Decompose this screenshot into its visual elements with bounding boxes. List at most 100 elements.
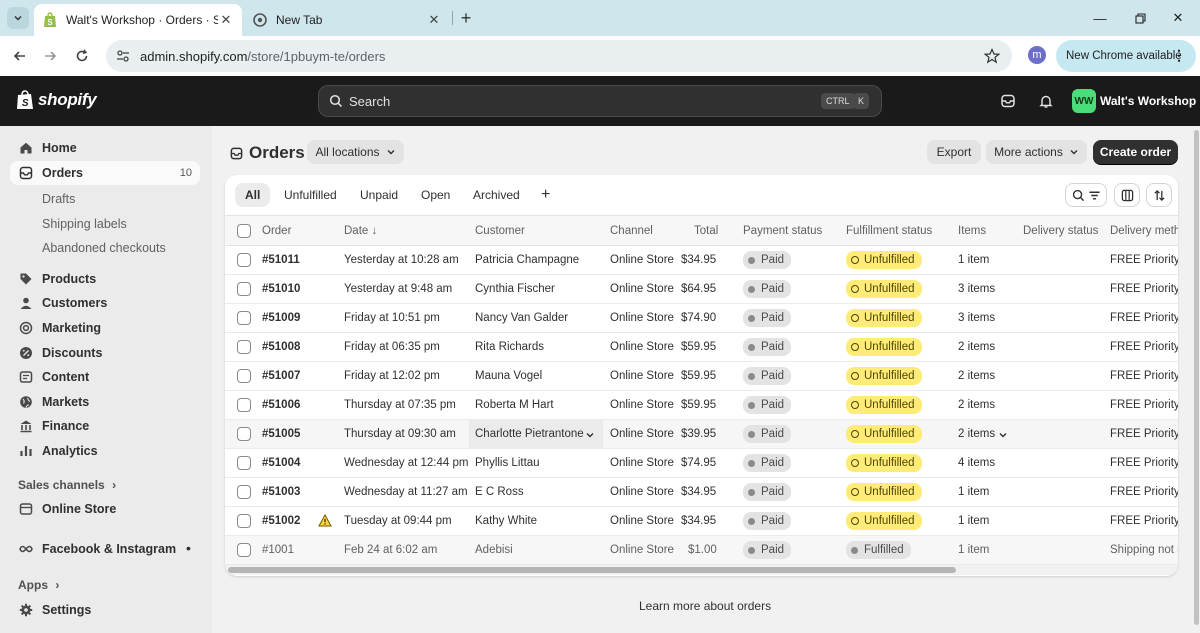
store-name[interactable]: Walt's Workshop [1100, 94, 1196, 108]
table-row[interactable]: #51003 Wednesday at 11:27 am E C Ross On… [225, 478, 1178, 507]
order-number[interactable]: #51010 [262, 283, 300, 295]
order-number[interactable]: #51002 [262, 515, 300, 527]
row-checkbox[interactable] [237, 514, 251, 528]
customer-name[interactable]: Adebisi [475, 544, 513, 556]
items-count[interactable]: 1 item [958, 544, 989, 556]
search-filter-button[interactable] [1065, 183, 1107, 207]
customer-name[interactable]: Kathy White [475, 515, 537, 527]
chevron-down-icon[interactable] [585, 430, 595, 440]
items-count[interactable]: 2 items [958, 428, 995, 440]
sidebar-item-settings[interactable]: Settings [10, 598, 200, 622]
customer-name[interactable]: Charlotte Pietrantone [475, 428, 584, 440]
table-row[interactable]: #51009 Friday at 10:51 pm Nancy Van Gald… [225, 304, 1178, 333]
sidebar-item-discounts[interactable]: Discounts [10, 341, 200, 365]
items-count[interactable]: 1 item [958, 254, 989, 266]
sidebar-item-customers[interactable]: Customers [10, 291, 200, 315]
forward-arrow-icon[interactable] [38, 44, 62, 68]
order-number[interactable]: #51005 [262, 428, 300, 440]
tab-unpaid[interactable]: Unpaid [350, 183, 408, 207]
export-button[interactable]: Export [927, 140, 981, 164]
customer-name[interactable]: Cynthia Fischer [475, 283, 555, 295]
column-total[interactable]: Total [694, 225, 718, 237]
column-order[interactable]: Order [262, 225, 291, 237]
column-customer[interactable]: Customer [475, 225, 525, 237]
close-tab-icon[interactable]: ✕ [426, 12, 442, 28]
apps-header[interactable]: Apps › [18, 578, 59, 592]
reload-icon[interactable] [70, 44, 94, 68]
shopify-logo[interactable]: S shopify [16, 90, 97, 110]
table-row[interactable]: #51002 Tuesday at 09:44 pm Kathy White O… [225, 507, 1178, 536]
sidebar-item-abandoned-checkouts[interactable]: Abandoned checkouts [42, 241, 166, 255]
tab-unfulfilled[interactable]: Unfulfilled [274, 183, 347, 207]
vertical-scrollbar[interactable] [1194, 130, 1199, 625]
row-checkbox[interactable] [237, 543, 251, 557]
chevron-down-icon[interactable] [998, 430, 1008, 440]
items-count[interactable]: 2 items [958, 370, 995, 382]
order-number[interactable]: #51006 [262, 399, 300, 411]
bell-icon[interactable] [1036, 91, 1056, 111]
search-input[interactable]: Search CTRL K [318, 85, 882, 117]
order-number[interactable]: #51008 [262, 341, 300, 353]
select-all-checkbox[interactable] [237, 224, 251, 238]
sidebar-item-products[interactable]: Products [10, 267, 200, 291]
minimize-icon[interactable]: — [1078, 0, 1122, 36]
order-number[interactable]: #51011 [262, 254, 300, 266]
table-row[interactable]: #51005 Thursday at 09:30 am Charlotte Pi… [225, 420, 1178, 449]
tab-open[interactable]: Open [411, 183, 460, 207]
create-order-button[interactable]: Create order [1093, 140, 1178, 164]
items-count[interactable]: 3 items [958, 312, 995, 324]
inbox-icon[interactable] [998, 91, 1018, 111]
order-number[interactable]: #51004 [262, 457, 300, 469]
customer-name[interactable]: Rita Richards [475, 341, 544, 353]
table-row[interactable]: #51004 Wednesday at 12:44 pm Phyllis Lit… [225, 449, 1178, 478]
items-count[interactable]: 4 items [958, 457, 995, 469]
items-count[interactable]: 1 item [958, 486, 989, 498]
column-fulfillment-status[interactable]: Fulfillment status [846, 225, 932, 237]
more-actions-button[interactable]: More actions [986, 140, 1087, 164]
add-view-button[interactable]: + [531, 183, 560, 207]
bookmark-star-icon[interactable] [984, 48, 1000, 64]
tab-search-button[interactable] [7, 7, 29, 29]
columns-button[interactable] [1114, 183, 1140, 207]
customer-name[interactable]: Mauna Vogel [475, 370, 542, 382]
order-number[interactable]: #51007 [262, 370, 300, 382]
table-row[interactable]: #51007 Friday at 12:02 pm Mauna Vogel On… [225, 362, 1178, 391]
sidebar-item-shipping-labels[interactable]: Shipping labels [42, 217, 127, 231]
row-checkbox[interactable] [237, 398, 251, 412]
sort-button[interactable] [1146, 183, 1172, 207]
close-window-icon[interactable]: ✕ [1156, 0, 1200, 36]
column-date[interactable]: Date ↓ [344, 225, 377, 237]
items-count[interactable]: 2 items [958, 399, 995, 411]
profile-avatar[interactable]: m [1028, 46, 1046, 64]
sidebar-item-analytics[interactable]: Analytics [10, 439, 200, 463]
customer-name[interactable]: Roberta M Hart [475, 399, 554, 411]
row-checkbox[interactable] [237, 282, 251, 296]
column-delivery-method[interactable]: Delivery method [1110, 225, 1178, 237]
column-payment-status[interactable]: Payment status [743, 225, 822, 237]
sidebar-item-marketing[interactable]: Marketing [10, 316, 200, 340]
items-count[interactable]: 3 items [958, 283, 995, 295]
table-row[interactable]: #1001 Feb 24 at 6:02 am Adebisi Online S… [225, 536, 1178, 565]
column-channel[interactable]: Channel [610, 225, 653, 237]
row-checkbox[interactable] [237, 340, 251, 354]
row-checkbox[interactable] [237, 485, 251, 499]
sidebar-item-finance[interactable]: Finance [10, 414, 200, 438]
more-menu-icon[interactable]: ⋮ [1172, 47, 1186, 64]
customer-name[interactable]: Phyllis Littau [475, 457, 540, 469]
row-checkbox[interactable] [237, 253, 251, 267]
sidebar-item-online-store[interactable]: Online Store [10, 497, 200, 521]
table-row[interactable]: #51006 Thursday at 07:35 pm Roberta M Ha… [225, 391, 1178, 420]
customer-name[interactable]: E C Ross [475, 486, 524, 498]
table-row[interactable]: #51011 Yesterday at 10:28 am Patricia Ch… [225, 246, 1178, 275]
items-count[interactable]: 2 items [958, 341, 995, 353]
address-bar[interactable]: admin.shopify.com/store/1pbuym-te/orders [106, 40, 1012, 72]
close-tab-icon[interactable]: ✕ [218, 12, 234, 28]
row-checkbox[interactable] [237, 311, 251, 325]
table-row[interactable]: #51010 Yesterday at 9:48 am Cynthia Fisc… [225, 275, 1178, 304]
row-checkbox[interactable] [237, 369, 251, 383]
items-count[interactable]: 1 item [958, 515, 989, 527]
customer-name[interactable]: Nancy Van Galder [475, 312, 568, 324]
column-items[interactable]: Items [958, 225, 986, 237]
vertical-scroll-track[interactable] [1193, 126, 1200, 633]
browser-tab-orders[interactable]: S Walt's Workshop · Orders · Shopify ✕ [34, 4, 242, 36]
